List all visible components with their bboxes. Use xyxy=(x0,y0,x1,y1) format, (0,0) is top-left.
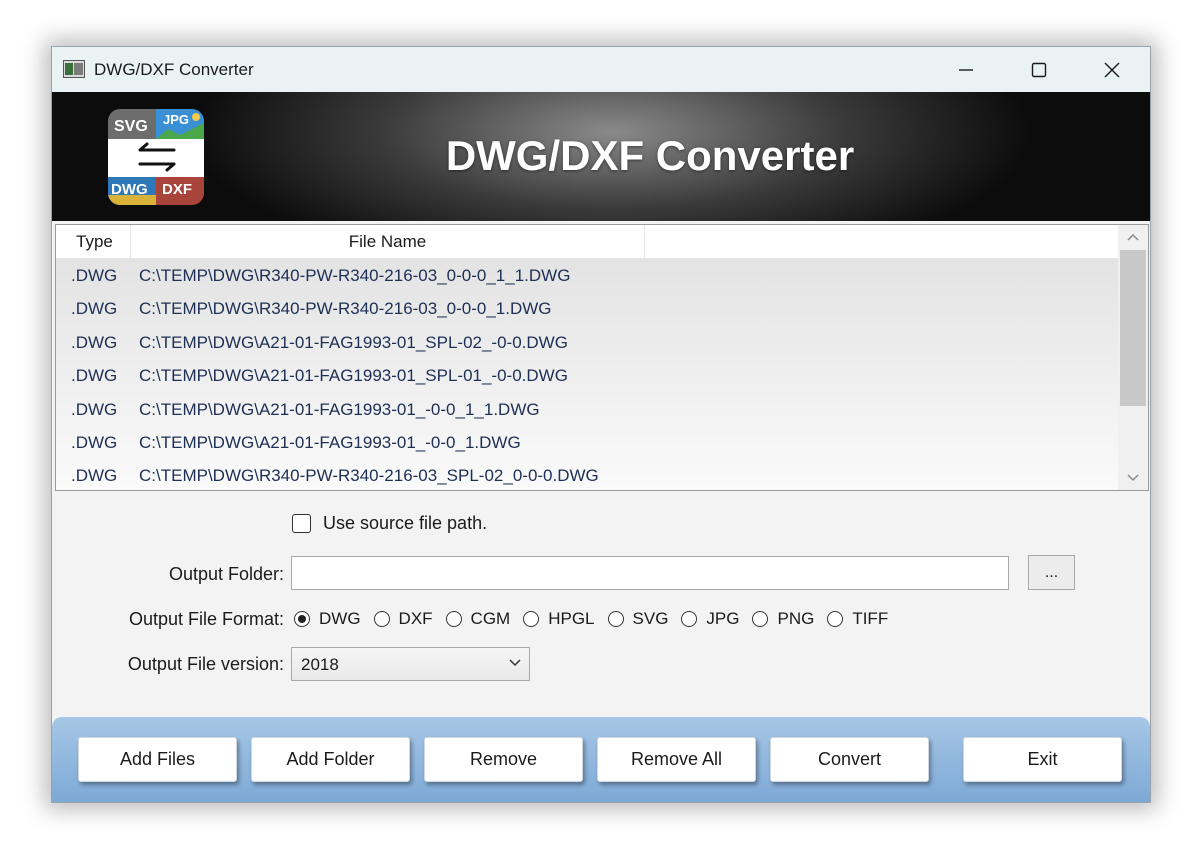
chevron-up-icon xyxy=(1127,233,1139,241)
format-radio-tiff[interactable]: TIFF xyxy=(827,609,888,629)
table-row[interactable]: .DWG C:\TEMP\DWG\A21-01-FAG1993-01_SPL-0… xyxy=(56,326,1118,359)
output-format-radio-group: DWG DXF CGM HPGL SVG JPG PNG TIFF xyxy=(294,608,901,630)
action-button-bar: Add Files Add Folder Remove Remove All C… xyxy=(52,717,1150,802)
row-file-name: C:\TEMP\DWG\A21-01-FAG1993-01_SPL-02_-0-… xyxy=(139,333,568,352)
format-option-label: TIFF xyxy=(852,609,889,628)
remove-button[interactable]: Remove xyxy=(424,737,583,782)
chevron-down-icon xyxy=(509,659,521,667)
row-type: .DWG xyxy=(71,333,118,352)
table-row[interactable]: .DWG C:\TEMP\DWG\A21-01-FAG1993-01_SPL-0… xyxy=(56,359,1118,392)
row-type: .DWG xyxy=(71,299,118,318)
format-radio-dxf[interactable]: DXF xyxy=(373,609,433,629)
scroll-up-button[interactable] xyxy=(1118,225,1148,249)
format-option-label: DXF xyxy=(398,609,433,628)
add-files-button[interactable]: Add Files xyxy=(78,737,237,782)
format-radio-png[interactable]: PNG xyxy=(752,609,814,629)
row-file-name: C:\TEMP\DWG\R340-PW-R340-216-03_SPL-02_0… xyxy=(139,466,599,485)
file-list-header: Type File Name xyxy=(56,225,1118,259)
chevron-down-icon xyxy=(1127,474,1139,482)
radio-button-selected[interactable] xyxy=(294,611,310,627)
vertical-scrollbar[interactable] xyxy=(1118,225,1148,490)
radio-button[interactable] xyxy=(607,611,624,627)
column-header-type[interactable]: Type xyxy=(56,225,131,258)
column-header-file-name[interactable]: File Name xyxy=(131,225,645,258)
radio-button[interactable] xyxy=(752,611,769,627)
format-radio-dwg[interactable]: DWG xyxy=(294,609,361,629)
radio-button[interactable] xyxy=(445,611,462,627)
minimize-icon xyxy=(959,68,973,71)
format-radio-hpgl[interactable]: HPGL xyxy=(523,609,595,629)
add-folder-button[interactable]: Add Folder xyxy=(251,737,410,782)
radio-button[interactable] xyxy=(681,611,698,627)
format-option-label: SVG xyxy=(632,609,669,628)
close-icon xyxy=(1104,62,1120,77)
app-window: DWG/DXF Converter SVG JPG DWG DXF DWG/DX… xyxy=(51,46,1151,803)
scroll-down-button[interactable] xyxy=(1118,466,1148,490)
row-file-name: C:\TEMP\DWG\R340-PW-R340-216-03_0-0-0_1_… xyxy=(139,266,571,285)
window-title: DWG/DXF Converter xyxy=(94,60,254,79)
file-list[interactable]: Type File Name .DWG C:\TEMP\DWG\R340-PW-… xyxy=(55,224,1149,491)
radio-button[interactable] xyxy=(827,611,844,627)
format-option-label: JPG xyxy=(706,609,740,628)
header-banner: SVG JPG DWG DXF DWG/DXF Converter xyxy=(52,92,1150,221)
format-radio-jpg[interactable]: JPG xyxy=(681,609,739,629)
format-option-label: DWG xyxy=(319,609,361,628)
format-radio-svg[interactable]: SVG xyxy=(607,609,669,629)
radio-button[interactable] xyxy=(373,611,390,627)
radio-button[interactable] xyxy=(523,611,540,627)
row-type: .DWG xyxy=(71,466,118,485)
minimize-button[interactable] xyxy=(930,47,1002,92)
format-option-label: HPGL xyxy=(548,609,595,628)
scrollbar-thumb[interactable] xyxy=(1120,250,1146,406)
app-icon xyxy=(63,60,85,78)
row-type: .DWG xyxy=(71,433,118,452)
output-version-select[interactable]: 2018 xyxy=(291,647,530,681)
file-list-body: .DWG C:\TEMP\DWG\R340-PW-R340-216-03_0-0… xyxy=(56,259,1118,490)
table-row[interactable]: .DWG C:\TEMP\DWG\A21-01-FAG1993-01_-0-0_… xyxy=(56,393,1118,426)
output-folder-label: Output Folder: xyxy=(168,564,284,584)
convert-button[interactable]: Convert xyxy=(770,737,929,782)
maximize-button[interactable] xyxy=(1003,47,1075,92)
table-row[interactable]: .DWG C:\TEMP\DWG\A21-01-FAG1993-01_-0-0_… xyxy=(56,426,1118,459)
format-option-label: PNG xyxy=(777,609,815,628)
table-row[interactable]: .DWG C:\TEMP\DWG\R340-PW-R340-216-03_0-0… xyxy=(56,292,1118,325)
close-button[interactable] xyxy=(1076,47,1148,92)
exit-button[interactable]: Exit xyxy=(963,737,1122,782)
logo-dwg-label: DWG xyxy=(111,181,148,198)
maximize-icon xyxy=(1031,62,1047,77)
format-option-label: CGM xyxy=(470,609,511,628)
logo-jpg-label: JPG xyxy=(163,112,189,127)
row-file-name: C:\TEMP\DWG\A21-01-FAG1993-01_SPL-01_-0-… xyxy=(139,366,568,385)
use-source-path-checkbox[interactable]: Use source file path. xyxy=(292,511,487,535)
browse-folder-button[interactable]: ... xyxy=(1028,555,1075,590)
format-radio-cgm[interactable]: CGM xyxy=(445,609,511,629)
output-folder-input[interactable] xyxy=(291,556,1009,590)
output-format-label: Output File Format: xyxy=(128,609,284,629)
banner-heading: DWG/DXF Converter xyxy=(445,132,855,179)
row-type: .DWG xyxy=(71,366,118,385)
remove-all-button[interactable]: Remove All xyxy=(597,737,756,782)
output-version-label: Output File version: xyxy=(127,654,284,674)
table-row[interactable]: .DWG C:\TEMP\DWG\R340-PW-R340-216-03_SPL… xyxy=(56,459,1118,490)
title-bar: DWG/DXF Converter xyxy=(52,47,1150,92)
checkbox-box[interactable] xyxy=(292,513,311,533)
row-file-name: C:\TEMP\DWG\A21-01-FAG1993-01_-0-0_1_1.D… xyxy=(139,400,540,419)
row-type: .DWG xyxy=(71,400,118,419)
use-source-path-label: Use source file path. xyxy=(323,512,488,533)
row-type: .DWG xyxy=(71,266,118,285)
row-file-name: C:\TEMP\DWG\A21-01-FAG1993-01_-0-0_1.DWG xyxy=(139,433,521,452)
table-row[interactable]: .DWG C:\TEMP\DWG\R340-PW-R340-216-03_0-0… xyxy=(56,259,1118,292)
row-file-name: C:\TEMP\DWG\R340-PW-R340-216-03_0-0-0_1.… xyxy=(139,299,552,318)
logo-dxf-label: DXF xyxy=(162,181,192,198)
selected-version: 2018 xyxy=(301,655,339,674)
